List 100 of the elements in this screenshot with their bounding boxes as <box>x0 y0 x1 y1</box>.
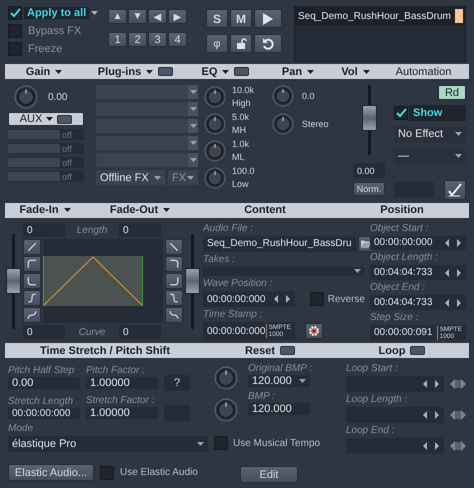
undo-button[interactable] <box>254 34 282 53</box>
knob[interactable] <box>204 86 226 108</box>
caret-icon[interactable] <box>307 70 314 74</box>
dropdown-arrow-icon[interactable] <box>197 442 204 446</box>
dropdown-arrow-icon[interactable] <box>299 379 306 383</box>
fade-shape-button[interactable] <box>165 307 183 324</box>
position-field[interactable]: 00:00:00:000 <box>370 236 466 250</box>
read-button[interactable]: Rd <box>438 85 466 100</box>
fade-shape-button[interactable] <box>165 273 183 290</box>
stepper-icon[interactable] <box>273 295 291 303</box>
fader-thumb[interactable] <box>185 268 200 294</box>
dropdown-arrow-icon[interactable] <box>190 158 196 162</box>
settings-button[interactable] <box>305 323 323 339</box>
loop-set-icon[interactable] <box>450 379 466 389</box>
checkbox[interactable] <box>310 292 324 306</box>
toggle-button[interactable] <box>158 67 174 76</box>
toggle-button[interactable] <box>280 346 295 355</box>
lock-button[interactable] <box>230 34 252 53</box>
pitch-half-step-field[interactable]: 0.00 <box>8 377 80 389</box>
arrow-button[interactable]: ▲ <box>108 9 127 24</box>
fade-out-curve-field[interactable]: 0 <box>119 325 161 340</box>
arrow-button[interactable]: ▼ <box>128 9 147 24</box>
mode-dropdown[interactable]: élastique Pro <box>8 436 208 452</box>
number-button[interactable]: 1 <box>108 32 127 47</box>
solo-button[interactable]: S <box>206 9 228 28</box>
elastic-audio-button[interactable]: Elastic Audio... <box>8 464 94 481</box>
caret-icon[interactable] <box>146 70 154 74</box>
number-button[interactable]: 3 <box>148 32 167 47</box>
knob[interactable] <box>204 140 226 162</box>
fade-shape-button[interactable] <box>165 290 183 306</box>
dropdown-arrow-icon[interactable] <box>154 176 161 180</box>
fade-shape-button[interactable] <box>23 256 41 272</box>
dropdown-arrow-icon[interactable] <box>455 132 462 136</box>
caret-icon[interactable] <box>64 208 71 212</box>
mute-button[interactable]: M <box>230 9 252 28</box>
dropdown-arrow-icon[interactable] <box>187 176 194 180</box>
knob[interactable] <box>204 166 226 188</box>
dropdown-arrow-icon[interactable] <box>455 154 462 158</box>
edit-automation-button[interactable] <box>444 180 466 200</box>
fade-shape-button[interactable] <box>23 239 41 256</box>
dropdown-arrow-icon[interactable] <box>354 269 361 274</box>
stepper-icon[interactable] <box>444 238 462 247</box>
original-bmp-dropdown[interactable]: 120.000 <box>248 375 310 387</box>
wave-position-field[interactable]: 00:00:00:000 <box>203 291 295 307</box>
toggle-button[interactable] <box>234 67 250 76</box>
object-color-swatch[interactable] <box>455 9 463 23</box>
volume-field[interactable]: 0.00 <box>353 163 385 178</box>
fade-shape-button[interactable] <box>23 290 41 306</box>
stepper-icon[interactable] <box>444 298 462 307</box>
stepper-icon[interactable] <box>444 268 462 277</box>
dropdown-arrow-icon[interactable] <box>190 124 196 128</box>
normalize-button[interactable]: Norm. <box>353 182 385 196</box>
stepper-icon[interactable] <box>422 442 440 450</box>
arrow-button[interactable]: ▶ <box>168 9 187 24</box>
knob[interactable] <box>14 85 38 109</box>
caret-icon[interactable] <box>55 70 62 74</box>
parameter-dropdown[interactable]: — <box>394 148 466 165</box>
number-button[interactable]: 2 <box>128 32 147 47</box>
bmp-field[interactable]: 120.000 <box>248 403 310 415</box>
effect-dropdown[interactable]: No Effect <box>394 126 466 143</box>
dropdown-arrow-icon[interactable] <box>190 141 196 145</box>
number-button[interactable]: 4 <box>168 32 187 47</box>
aux-dropdown[interactable]: AUX <box>8 112 84 126</box>
knob[interactable] <box>272 85 294 107</box>
knob[interactable] <box>214 398 238 422</box>
caret-icon[interactable] <box>163 208 170 212</box>
fader-thumb[interactable] <box>6 268 21 294</box>
checkbox[interactable] <box>8 24 22 38</box>
fade-shape-button[interactable] <box>165 256 183 272</box>
caret-icon[interactable] <box>362 70 370 74</box>
fade-out-length-field[interactable]: 0 <box>119 223 161 238</box>
stretch-length-field[interactable]: 00:00:00:000 <box>8 408 80 418</box>
fader-thumb[interactable] <box>362 104 376 131</box>
help-button[interactable]: ? <box>164 375 190 391</box>
loop-field[interactable] <box>346 376 444 392</box>
loop-set-icon[interactable] <box>450 441 466 451</box>
knob[interactable] <box>214 366 238 390</box>
loop-field[interactable] <box>346 407 444 423</box>
checkbox[interactable] <box>100 466 114 480</box>
position-field[interactable]: 00:04:04:733 <box>370 295 466 310</box>
edit-button[interactable]: Edit <box>240 466 298 483</box>
phase-button[interactable]: φ <box>206 34 228 53</box>
stepper-icon[interactable] <box>422 411 440 419</box>
offline-fx-dropdown[interactable]: Offline FX <box>96 170 165 185</box>
checkbox[interactable] <box>8 6 22 20</box>
fade-shape-button[interactable] <box>165 239 183 256</box>
stepper-icon[interactable] <box>422 380 440 388</box>
fade-in-length-field[interactable]: 0 <box>23 223 65 238</box>
loop-set-icon[interactable] <box>450 410 466 420</box>
dropdown-arrow-icon[interactable] <box>190 107 196 111</box>
caret-icon[interactable] <box>91 11 98 15</box>
play-button[interactable] <box>254 9 282 28</box>
caret-icon[interactable] <box>222 70 230 74</box>
stretch-factor-field[interactable]: 1.00000 <box>86 407 158 419</box>
fade-in-curve-field[interactable]: 0 <box>23 325 65 340</box>
dropdown-arrow-icon[interactable] <box>190 90 196 94</box>
checkbox[interactable] <box>214 436 228 450</box>
loop-field[interactable] <box>346 438 444 454</box>
toggle-button[interactable] <box>410 346 426 355</box>
checkbox[interactable] <box>394 106 408 120</box>
